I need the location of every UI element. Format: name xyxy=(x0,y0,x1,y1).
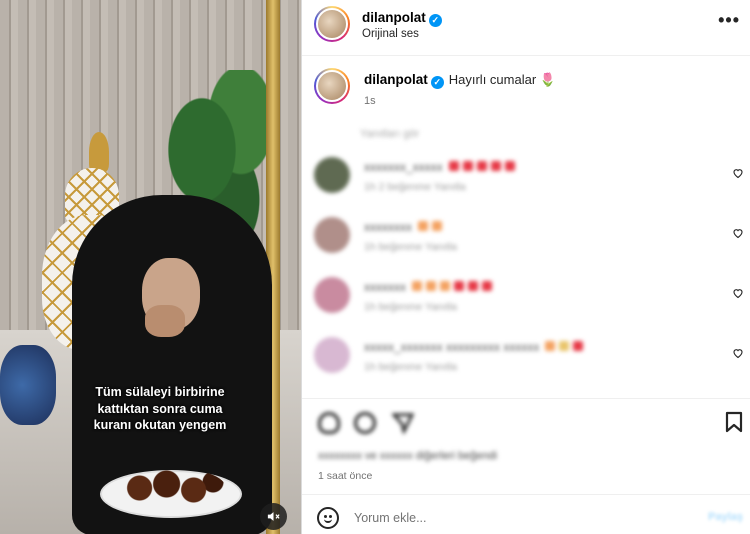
comment-username[interactable]: xxxxx_xxxxxxx xxxxxxxxx xxxxxx xyxy=(364,340,539,354)
emoji-glyph xyxy=(448,161,459,171)
more-options-icon[interactable]: ••• xyxy=(718,10,740,31)
caption-author-avatar[interactable] xyxy=(314,68,350,104)
comment-meta[interactable]: 1h beğenme Yanıtla xyxy=(364,301,457,313)
author-name-row: dilanpolat ✓ xyxy=(362,9,442,27)
person-hand xyxy=(145,305,185,337)
decorative-jar xyxy=(0,345,56,425)
caption-text: Hayırlı cumalar xyxy=(448,72,537,87)
emoji-glyph xyxy=(462,161,473,171)
comment-emojis xyxy=(418,220,446,234)
comment-meta[interactable]: 1h beğenme Yanıtla xyxy=(364,361,457,373)
speaker-muted-icon[interactable] xyxy=(260,503,287,530)
emoji-glyph xyxy=(440,281,450,291)
video-caption-line: kuranı okutan yengem xyxy=(93,418,227,432)
comment-username[interactable]: xxxxxxx xyxy=(364,280,406,294)
heart-icon[interactable] xyxy=(318,412,340,434)
comment-username[interactable]: xxxxxxxx xyxy=(364,220,412,234)
comment-emojis xyxy=(448,160,519,174)
video-caption: Tüm sülaleyi birbirine kattıktan sonra c… xyxy=(60,384,260,434)
emoji-glyph xyxy=(432,221,442,231)
header-divider xyxy=(302,55,750,56)
author-avatar[interactable] xyxy=(314,6,350,42)
author-username[interactable]: dilanpolat xyxy=(362,10,426,25)
caption-time: 1s xyxy=(364,95,376,107)
comment-text: xxxxxxxx xyxy=(364,220,446,234)
emoji-smile-icon[interactable] xyxy=(317,507,339,529)
likes-summary[interactable]: xxxxxxxx ve xxxxxx diğerleri beğendi xyxy=(318,450,497,462)
emoji-glyph xyxy=(482,281,492,291)
comment-meta[interactable]: 1h beğenme Yanıtla xyxy=(364,241,457,253)
emoji-glyph xyxy=(573,341,584,351)
comment-text: xxxxxxx xyxy=(364,280,496,294)
emoji-glyph xyxy=(504,161,515,171)
post-panel: dilanpolat ✓ Orijinal ses ••• dilanpolat ✓… xyxy=(301,0,750,534)
emoji-glyph xyxy=(476,161,487,171)
emoji-glyph xyxy=(418,221,428,231)
emoji-glyph xyxy=(559,341,570,351)
comments-divider xyxy=(302,398,750,399)
comment-like-heart-icon[interactable] xyxy=(731,287,745,301)
caption-emoji: 🌷 xyxy=(539,72,556,87)
comment-bar: Paylaş xyxy=(302,500,750,534)
emoji-glyph xyxy=(426,281,436,291)
caption-line: dilanpolat ✓ Hayırlı cumalar 🌷 xyxy=(364,72,556,89)
dates-on-plate xyxy=(118,468,226,508)
view-replies-link[interactable]: Yanıtları gör xyxy=(360,128,419,140)
video-caption-line: Tüm sülaleyi birbirine xyxy=(95,385,225,399)
comment-avatar[interactable] xyxy=(314,277,350,313)
comment-icon[interactable] xyxy=(354,412,376,434)
share-icon[interactable] xyxy=(390,412,415,436)
video-caption-line: kattıktan sonra cuma xyxy=(97,401,223,416)
emoji-glyph xyxy=(545,341,556,351)
post-time: 1 saat önce xyxy=(318,470,373,482)
comment-avatar[interactable] xyxy=(314,337,350,373)
verified-badge-icon: ✓ xyxy=(430,76,444,89)
comment-text: xxxxx_xxxxxxx xxxxxxxxx xxxxxx xyxy=(364,340,587,354)
post-comment-button[interactable]: Paylaş xyxy=(708,511,743,523)
emoji-glyph xyxy=(468,281,478,291)
comment-avatar[interactable] xyxy=(314,157,350,193)
video-player[interactable]: Tüm sülaleyi birbirine kattıktan sonra c… xyxy=(0,0,301,534)
comment-item: xxxxxxx 1h beğenme Yanıtla xyxy=(302,277,750,337)
audio-label[interactable]: Orijinal ses xyxy=(362,28,419,40)
emoji-glyph xyxy=(490,161,501,171)
emoji-glyph xyxy=(412,281,422,291)
comment-like-heart-icon[interactable] xyxy=(731,347,745,361)
vase-knob xyxy=(89,132,109,172)
comment-item: xxxxx_xxxxxxx xxxxxxxxx xxxxxx 1h beğenme… xyxy=(302,337,750,397)
comment-item: xxxxxxxx 1h beğenme Yanıtla xyxy=(302,217,750,277)
comment-avatar[interactable] xyxy=(314,217,350,253)
comment-username[interactable]: xxxxxxx_xxxxx xyxy=(364,160,443,174)
comment-text: xxxxxxx_xxxxx xyxy=(364,160,519,174)
verified-badge-icon: ✓ xyxy=(428,14,442,27)
comment-like-heart-icon[interactable] xyxy=(731,167,745,181)
comment-meta[interactable]: 1h 2 beğenme Yanıtla xyxy=(364,181,466,193)
bookmark-icon[interactable] xyxy=(725,411,743,433)
comment-emojis xyxy=(545,340,587,354)
caption-username[interactable]: dilanpolat xyxy=(364,72,428,87)
comment-like-heart-icon[interactable] xyxy=(731,227,745,241)
comment-emojis xyxy=(412,280,496,294)
footer-divider xyxy=(302,494,750,495)
comment-item: xxxxxxx_xxxxx 1h 2 beğenme Yanıtla xyxy=(302,157,750,217)
comment-input[interactable] xyxy=(354,508,674,528)
emoji-glyph xyxy=(454,281,464,291)
action-bar xyxy=(302,408,750,438)
